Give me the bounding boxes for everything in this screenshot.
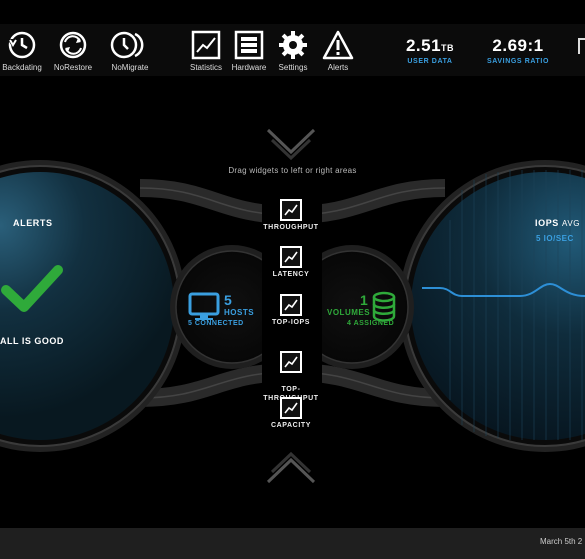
footer-bar: March 5th 2	[0, 528, 585, 559]
top-strip	[0, 0, 585, 24]
hosts-label: HOSTS	[224, 308, 255, 317]
chevron-down-icon[interactable]	[266, 128, 316, 161]
widget-capacity[interactable]: CAPACITY	[251, 397, 331, 429]
widget-label: CAPACITY	[270, 422, 312, 429]
widget-latency[interactable]: LATENCY	[251, 246, 331, 278]
user-data-stat: 2.51TB USER DATA	[395, 36, 465, 65]
clock-back-icon	[7, 31, 36, 59]
server-icon	[234, 30, 264, 60]
widget-top-iops[interactable]: TOP-IOPS	[251, 294, 331, 326]
warning-icon	[322, 30, 354, 60]
alerts-title: ALERTS	[13, 218, 53, 228]
volumes-count: 1	[360, 292, 368, 308]
iops-value: 5 IO/SEC	[536, 234, 574, 243]
toolbar-label: Alerts	[327, 63, 349, 72]
toolbar-label: NoMigrate	[111, 63, 149, 72]
user-data-label: USER DATA	[407, 58, 453, 65]
chart-icon	[280, 397, 302, 419]
chevron-up-icon[interactable]	[266, 451, 316, 484]
chart-icon	[280, 246, 302, 268]
user-data-value: 2.51TB	[405, 36, 455, 55]
volumes-label: VOLUMES	[327, 308, 371, 317]
iops-title-main: IOPS	[535, 218, 559, 228]
hosts-connected: 5 CONNECTED	[188, 320, 244, 327]
top-bar: Backdating NoRestore NoMigrate Statistic…	[0, 0, 585, 76]
toolbar-nomigrate[interactable]: NoMigrate	[106, 30, 154, 72]
migrate-icon	[110, 31, 144, 59]
toolbar-label: Settings	[278, 63, 308, 72]
widget-label: THROUGHPUT	[263, 224, 319, 231]
iops-title-suffix: AVG	[562, 219, 581, 228]
toolbar-hardware[interactable]: Hardware	[230, 30, 268, 72]
user-data-unit: TB	[441, 43, 455, 53]
drag-hint: Drag widgets to left or right areas	[228, 166, 357, 175]
chart-icon	[191, 30, 221, 60]
savings-ratio-stat: 2.69:1 SAVINGS RATIO	[480, 36, 556, 65]
widget-throughput[interactable]: THROUGHPUT	[251, 199, 331, 231]
savings-ratio-value: 2.69:1	[492, 36, 544, 55]
toolbar-backdating[interactable]: Backdating	[0, 30, 44, 72]
widget-label: LATENCY	[272, 271, 310, 278]
more-bracket-icon[interactable]	[578, 38, 585, 54]
alerts-status: ALL IS GOOD	[0, 336, 64, 346]
gear-icon	[279, 31, 307, 59]
chart-icon	[280, 351, 302, 373]
restore-icon	[59, 31, 87, 59]
toolbar-settings[interactable]: Settings	[274, 30, 312, 72]
toolbar-alerts[interactable]: Alerts	[319, 30, 357, 72]
chart-icon	[280, 199, 302, 221]
footer-date: March 5th 2	[540, 537, 583, 546]
volumes-assigned: 4 ASSIGNED	[347, 320, 395, 327]
toolbar-label: Hardware	[231, 63, 267, 72]
chart-icon	[280, 294, 302, 316]
widget-top-throughput[interactable]: TOP- THROUGHPUT	[251, 342, 331, 403]
toolbar-label: Backdating	[2, 63, 42, 72]
savings-ratio-label: SAVINGS RATIO	[487, 58, 549, 65]
hosts-count: 5	[224, 292, 232, 308]
widget-label: TOP-IOPS	[271, 319, 311, 326]
toolbar-norestore[interactable]: NoRestore	[50, 30, 96, 72]
toolbar-label: NoRestore	[53, 63, 93, 72]
iops-title: IOPS AVG	[535, 218, 580, 228]
toolbar-label: Statistics	[189, 63, 222, 72]
toolbar-statistics[interactable]: Statistics	[187, 30, 225, 72]
